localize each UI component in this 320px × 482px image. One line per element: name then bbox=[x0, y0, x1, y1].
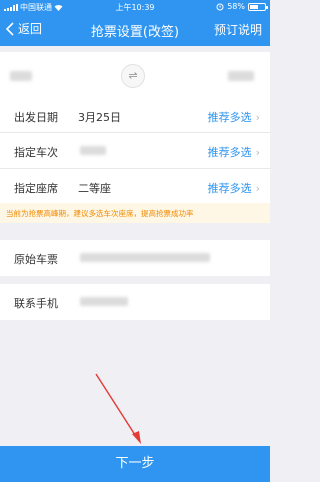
next-step-button[interactable]: 下一步 bbox=[0, 446, 270, 482]
annotation-arrow bbox=[95, 373, 141, 444]
